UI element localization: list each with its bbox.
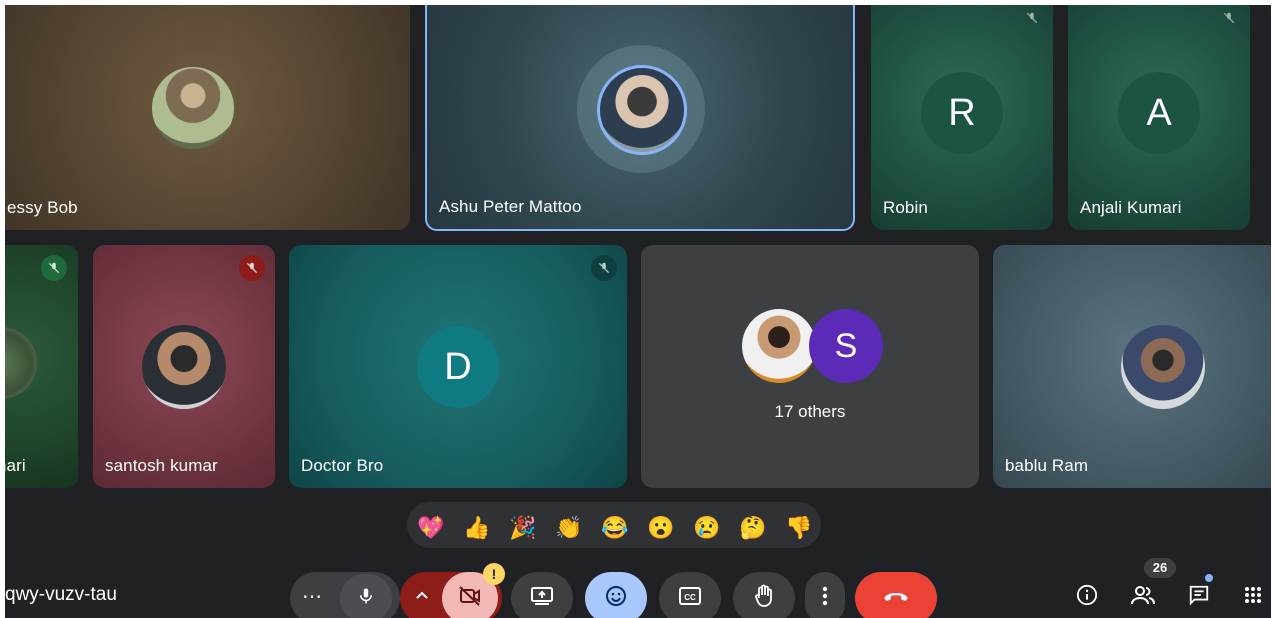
camera-off-icon <box>458 585 482 612</box>
reaction-button[interactable]: 😂 <box>601 514 629 542</box>
participant-tile-bablu[interactable]: bablu Ram <box>993 245 1271 488</box>
more-vert-icon <box>822 586 828 611</box>
chat-button[interactable] <box>1183 581 1215 613</box>
others-count-label: 17 others <box>774 402 846 421</box>
participant-name: essy Bob <box>7 198 78 217</box>
raise-hand-icon <box>753 584 775 613</box>
participant-tile-santosh[interactable]: santosh kumar <box>93 245 275 488</box>
avatar: D <box>417 326 499 408</box>
raise-hand-button[interactable] <box>733 572 795 618</box>
mic-group: ⋯ <box>290 572 400 618</box>
present-icon <box>530 586 554 611</box>
more-options-button[interactable] <box>805 572 845 618</box>
avatar <box>597 65 687 155</box>
reaction-button[interactable]: 😮 <box>647 514 675 542</box>
muted-mic-icon <box>591 255 617 281</box>
end-call-icon <box>882 589 910 608</box>
avatar <box>142 325 226 409</box>
muted-mic-icon <box>1216 5 1242 31</box>
participant-tile-jessy[interactable]: essy Bob <box>5 5 410 230</box>
svg-text:CC: CC <box>684 593 696 602</box>
present-button[interactable] <box>511 572 573 618</box>
camera-options-button[interactable] <box>412 586 432 606</box>
captions-icon: CC <box>679 586 701 610</box>
participant-name: nari <box>5 456 26 475</box>
others-tile[interactable]: S 17 others <box>641 245 979 488</box>
mic-icon <box>357 585 375 612</box>
captions-button[interactable]: CC <box>659 572 721 618</box>
chat-unread-dot <box>1205 574 1213 582</box>
avatar: R <box>921 72 1003 154</box>
people-count-badge: 26 <box>1144 558 1176 578</box>
avatar: A <box>1118 72 1200 154</box>
audio-options-button[interactable]: ⋯ <box>302 584 322 609</box>
info-icon <box>1076 584 1098 611</box>
participant-name: Robin <box>883 198 928 217</box>
avatar <box>5 327 37 399</box>
participant-tile-doctor[interactable]: D Doctor Bro <box>289 245 627 488</box>
meeting-stage: essy Bob Ashu Peter Mattoo R Robin A Anj… <box>5 5 1271 618</box>
meeting-code: qwy-vuzv-tau <box>5 584 117 605</box>
participant-tile-anjali[interactable]: A Anjali Kumari <box>1068 5 1250 230</box>
reaction-button[interactable]: 👎 <box>785 514 813 542</box>
activities-button[interactable] <box>1237 581 1269 613</box>
participant-tile-ashu[interactable]: Ashu Peter Mattoo <box>425 5 855 231</box>
meeting-info-button[interactable] <box>1071 581 1103 613</box>
apps-icon <box>1244 586 1262 609</box>
reaction-button[interactable]: 💖 <box>417 514 445 542</box>
mic-button[interactable] <box>340 574 392 618</box>
emoji-icon <box>604 584 628 613</box>
end-call-button[interactable] <box>855 572 937 618</box>
participant-tile-robin[interactable]: R Robin <box>871 5 1053 230</box>
avatar <box>1121 325 1205 409</box>
avatar: S <box>809 309 883 383</box>
camera-warning-badge: ! <box>483 563 505 585</box>
muted-mic-icon <box>1019 5 1045 31</box>
avatar <box>742 309 816 383</box>
participant-name: santosh kumar <box>105 456 218 475</box>
chevron-up-icon <box>416 587 428 605</box>
avatar <box>152 67 234 149</box>
participant-tile-partial[interactable]: nari <box>5 245 78 488</box>
muted-mic-icon <box>41 255 67 281</box>
reaction-button[interactable]: 🎉 <box>509 514 537 542</box>
participant-name: Anjali Kumari <box>1080 198 1182 217</box>
reaction-button[interactable]: 😢 <box>693 514 721 542</box>
participant-name: Doctor Bro <box>301 456 384 475</box>
reaction-button[interactable]: 🤔 <box>739 514 767 542</box>
people-button[interactable] <box>1127 581 1159 613</box>
reaction-button[interactable]: 👍 <box>463 514 491 542</box>
participant-name: Ashu Peter Mattoo <box>439 197 582 216</box>
people-icon <box>1130 584 1156 611</box>
chat-icon <box>1188 584 1210 611</box>
emoji-button[interactable] <box>585 572 647 618</box>
participant-name: bablu Ram <box>1005 456 1089 475</box>
reaction-button[interactable]: 👏 <box>555 514 583 542</box>
muted-mic-icon <box>239 255 265 281</box>
